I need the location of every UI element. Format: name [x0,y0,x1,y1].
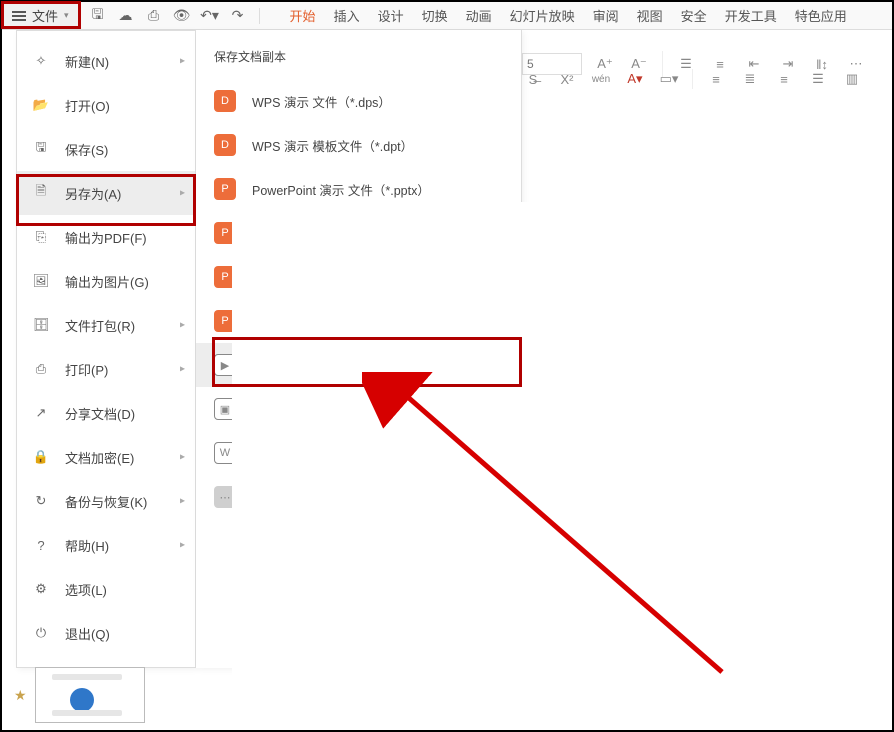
file-menu-item-label: 分享文档(D) [65,404,135,423]
pdf-icon: ⎘ [31,227,51,247]
save-as-option-label: WPS 演示 模板文件（*.dpt） [252,136,413,155]
quick-access-toolbar: 🖫 ☁ ⎙ 👁 ↶▾ ↷ [79,2,272,29]
undo-icon[interactable]: ↶▾ [199,5,221,27]
font-color-icon[interactable]: A▾ [624,68,646,90]
slide-thumbnail-1[interactable] [35,667,145,723]
chevron-right-icon: ▸ [180,320,185,331]
redo-icon[interactable]: ↷ [227,5,249,27]
file-menu-item-encrypt[interactable]: 🔒 文档加密(E) ▸ [17,435,195,479]
save-as-option-label: WPS 演示 文件（*.dps） [252,92,391,111]
submenu-title: 保存文档副本 [196,42,521,79]
ribbon-font-group-2: S̶ X² wén A▾ ▭▾ ≡ ≣ ≡ ☰ ▥ [522,66,890,92]
file-menu-item-label: 保存(S) [65,140,108,159]
slide-thumbnail-strip: ★ [14,666,189,724]
backup-icon: ↻ [31,491,51,511]
options-icon: ⚙ [31,579,51,599]
help-icon: ? [31,535,51,555]
save-as-option-0[interactable]: D WPS 演示 文件（*.dps） [196,79,521,123]
tab-3[interactable]: 切换 [422,6,448,25]
tab-2[interactable]: 设计 [378,6,404,25]
file-menu-item-image[interactable]: 🖼 输出为图片(G) [17,259,195,303]
separator [259,8,260,24]
tab-0[interactable]: 开始 [290,6,316,25]
tab-5[interactable]: 幻灯片放映 [510,6,575,25]
tab-6[interactable]: 审阅 [593,6,619,25]
file-menu-item-help[interactable]: ? 帮助(H) ▸ [17,523,195,567]
tab-9[interactable]: 开发工具 [725,6,777,25]
save-icon[interactable]: 🖫 [87,5,109,27]
open-icon: 📂 [31,95,51,115]
encrypt-icon: 🔒 [31,447,51,467]
file-menu-item-label: 退出(Q) [65,624,110,643]
chevron-right-icon: ▸ [180,540,185,551]
tab-10[interactable]: 特色应用 [795,6,847,25]
file-menu-item-new[interactable]: ✧ 新建(N) ▸ [17,39,195,83]
chevron-right-icon: ▸ [180,56,185,67]
file-menu-item-saveas[interactable]: 🗎 另存为(A) ▸ [17,171,195,215]
file-menu-label: 文件 [32,6,58,25]
new-icon: ✧ [31,51,51,71]
tab-4[interactable]: 动画 [466,6,492,25]
chevron-right-icon: ▸ [180,364,185,375]
align-right-icon[interactable]: ≡ [773,68,795,90]
pinyin-icon[interactable]: wén [590,68,612,90]
file-menu-item-label: 备份与恢复(K) [65,492,147,511]
package-icon: 🗄 [31,315,51,335]
file-type-icon: D [214,90,236,112]
file-menu-item-save[interactable]: 🖫 保存(S) [17,127,195,171]
animation-indicator-icon: ★ [14,687,27,704]
columns-icon[interactable]: ▥ [841,68,863,90]
align-left-icon[interactable]: ≡ [705,68,727,90]
exit-icon: ⏻ [31,623,51,643]
save-icon: 🖫 [31,139,51,159]
file-menu-item-label: 另存为(A) [65,184,121,203]
tab-8[interactable]: 安全 [681,6,707,25]
ribbon-tabs: 开始插入设计切换动画幻灯片放映审阅视图安全开发工具特色应用 [272,6,847,25]
file-menu-item-print[interactable]: ⎙ 打印(P) ▸ [17,347,195,391]
saveas-icon: 🗎 [31,183,51,203]
file-menu-item-label: 文件打包(R) [65,316,135,335]
print-icon: ⎙ [31,359,51,379]
align-center-icon[interactable]: ≣ [739,68,761,90]
hamburger-icon [12,11,26,21]
chevron-down-icon: ▾ [64,10,69,21]
save-as-cloud-icon[interactable]: ☁ [115,5,137,27]
file-menu-item-exit[interactable]: ⏻ 退出(Q) [17,611,195,655]
file-menu-item-share[interactable]: ↗ 分享文档(D) [17,391,195,435]
file-menu-item-label: 选项(L) [65,580,107,599]
chevron-right-icon: ▸ [180,452,185,463]
file-menu-item-options[interactable]: ⚙ 选项(L) [17,567,195,611]
share-icon: ↗ [31,403,51,423]
file-menu-item-label: 打印(P) [65,360,108,379]
chevron-right-icon: ▸ [180,188,185,199]
save-as-option-1[interactable]: D WPS 演示 模板文件（*.dpt） [196,123,521,167]
file-dropdown-menu: ✧ 新建(N) ▸ 📂 打开(O) 🖫 保存(S) 🗎 另存为(A) ▸ ⎘ 输出为PDF(F) 🖼 输出… [16,30,196,668]
chevron-right-icon: ▸ [180,496,185,507]
file-menu-item-package[interactable]: 🗄 文件打包(R) ▸ [17,303,195,347]
slide-canvas[interactable] [232,202,890,728]
align-justify-icon[interactable]: ☰ [807,68,829,90]
print-preview-icon[interactable]: 👁 [171,5,193,27]
print-icon[interactable]: ⎙ [143,5,165,27]
file-menu-item-label: 输出为PDF(F) [65,228,147,247]
tab-7[interactable]: 视图 [637,6,663,25]
top-toolbar: 文件 ▾ 🖫 ☁ ⎙ 👁 ↶▾ ↷ 开始插入设计切换动画幻灯片放映审阅视图安全开… [2,2,892,30]
file-type-icon: D [214,134,236,156]
tab-1[interactable]: 插入 [334,6,360,25]
file-menu-item-open[interactable]: 📂 打开(O) [17,83,195,127]
save-as-option-label: PowerPoint 演示 文件（*.pptx） [252,180,430,199]
file-menu-item-label: 输出为图片(G) [65,272,149,291]
file-menu-button[interactable]: 文件 ▾ [2,2,79,29]
file-menu-item-label: 打开(O) [65,96,110,115]
file-menu-item-label: 新建(N) [65,52,109,71]
file-menu-item-label: 文档加密(E) [65,448,134,467]
superscript-icon[interactable]: X² [556,68,578,90]
file-type-icon: P [214,178,236,200]
image-icon: 🖼 [31,271,51,291]
file-menu-item-backup[interactable]: ↻ 备份与恢复(K) ▸ [17,479,195,523]
highlight-icon[interactable]: ▭▾ [658,68,680,90]
file-menu-item-pdf[interactable]: ⎘ 输出为PDF(F) [17,215,195,259]
file-menu-item-label: 帮助(H) [65,536,109,555]
strikethrough-icon[interactable]: S̶ [522,68,544,90]
